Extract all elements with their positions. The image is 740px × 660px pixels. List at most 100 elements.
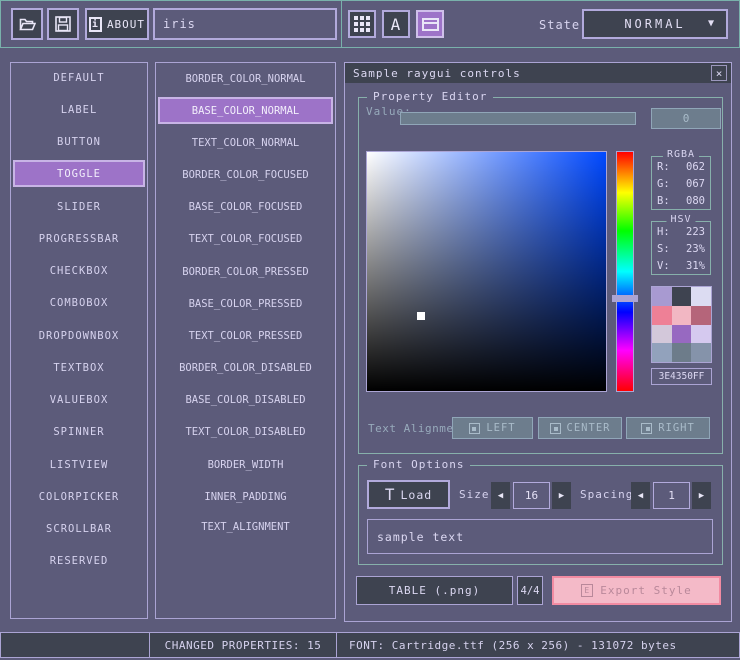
control-item-progressbar[interactable]: PROGRESSBAR [13, 225, 145, 252]
control-item-checkbox[interactable]: CHECKBOX [13, 257, 145, 284]
prop-item-border-color-focused[interactable]: BORDER_COLOR_FOCUSED [158, 161, 333, 188]
prop-item-text-color-pressed[interactable]: TEXT_COLOR_PRESSED [158, 322, 333, 349]
prop-item-text-color-normal[interactable]: TEXT_COLOR_NORMAL [158, 129, 333, 156]
palette-swatch[interactable] [691, 287, 711, 306]
palette-swatch[interactable] [672, 287, 692, 306]
h-value: 223 [686, 226, 705, 238]
state-value: NORMAL [624, 17, 685, 31]
about-label: ABOUT [107, 18, 145, 31]
size-value: 16 [525, 489, 538, 502]
font-text-button[interactable]: A [382, 10, 410, 38]
save-file-button[interactable] [47, 8, 79, 40]
spacing-increase-button[interactable]: ▶ [692, 482, 711, 509]
size-value-box[interactable]: 16 [513, 482, 550, 509]
sample-text-input[interactable]: sample text [367, 519, 713, 554]
export-pages-box[interactable]: 4/4 [517, 576, 543, 605]
size-decrease-button[interactable]: ◀ [491, 482, 510, 509]
align-left-button[interactable]: LEFT [452, 417, 533, 439]
prop-item-base-color-normal[interactable]: BASE_COLOR_NORMAL [158, 97, 333, 124]
value-slider[interactable] [400, 112, 636, 125]
prop-item-border-color-disabled[interactable]: BORDER_COLOR_DISABLED [158, 354, 333, 381]
export-format-button[interactable]: TABLE (.png) [356, 576, 513, 605]
close-icon: × [716, 67, 723, 80]
style-name-input[interactable] [153, 8, 337, 40]
palette-swatch[interactable] [691, 325, 711, 344]
palette-swatch[interactable] [652, 306, 672, 325]
arrow-left-icon: ◀ [638, 491, 643, 501]
s-value: 23% [686, 243, 705, 255]
export-style-button[interactable]: E Export Style [552, 576, 721, 605]
spacing-value-box[interactable]: 1 [653, 482, 690, 509]
align-left-label: LEFT [486, 422, 515, 434]
hue-slider-handle[interactable] [612, 295, 638, 302]
prop-item-inner-padding[interactable]: INNER_PADDING [158, 483, 333, 510]
align-center-icon [550, 423, 561, 434]
properties-list: BORDER_COLOR_NORMAL BASE_COLOR_NORMAL TE… [155, 62, 336, 619]
control-item-slider[interactable]: SLIDER [13, 193, 145, 220]
palette-swatch[interactable] [691, 343, 711, 362]
control-item-reserved[interactable]: RESERVED [13, 547, 145, 574]
color-picker-panel[interactable] [366, 151, 607, 392]
prop-item-border-color-normal[interactable]: BORDER_COLOR_NORMAL [158, 65, 333, 92]
rgba-group: RGBA R: 062 G: 067 B: 080 [651, 156, 711, 210]
state-dropdown[interactable]: NORMAL ▼ [582, 9, 728, 39]
prop-item-border-width[interactable]: BORDER_WIDTH [158, 451, 333, 478]
spacing-value: 1 [668, 489, 675, 502]
control-item-combobox[interactable]: COMBOBOX [13, 289, 145, 316]
hsv-s-row: S: 23% [657, 243, 705, 255]
prop-item-text-color-focused[interactable]: TEXT_COLOR_FOCUSED [158, 225, 333, 252]
rguistyler-app: i ABOUT A State: NORMAL ▼ DEFAULT LABEL … [0, 0, 740, 660]
size-increase-button[interactable]: ▶ [552, 482, 571, 509]
arrow-right-icon: ▶ [699, 491, 704, 501]
hue-bar[interactable] [616, 151, 634, 392]
hex-color-input[interactable]: 3E4350FF [651, 368, 712, 385]
r-value: 062 [686, 161, 705, 173]
palette-swatch[interactable] [672, 343, 692, 362]
load-font-button[interactable]: T Load [367, 480, 450, 509]
about-button[interactable]: i ABOUT [85, 8, 149, 40]
control-item-colorpicker[interactable]: COLORPICKER [13, 483, 145, 510]
control-item-textbox[interactable]: TEXTBOX [13, 354, 145, 381]
open-file-button[interactable] [11, 8, 43, 40]
prop-item-text-alignment[interactable]: TEXT_ALIGNMENT [158, 513, 333, 540]
font-atlas-button[interactable] [348, 10, 376, 38]
arrow-right-icon: ▶ [559, 491, 564, 501]
align-right-icon [641, 423, 652, 434]
load-label: Load [400, 488, 432, 502]
control-item-valuebox[interactable]: VALUEBOX [13, 386, 145, 413]
export-style-label: Export Style [600, 584, 691, 597]
control-item-toggle[interactable]: TOGGLE [13, 160, 145, 187]
chevron-down-icon: ▼ [708, 18, 717, 29]
palette-swatch[interactable] [652, 343, 672, 362]
palette-swatch[interactable] [672, 325, 692, 344]
prop-item-border-color-pressed[interactable]: BORDER_COLOR_PRESSED [158, 258, 333, 285]
close-button[interactable]: × [711, 65, 727, 81]
palette-swatch[interactable] [652, 287, 672, 306]
text-alignment-label: Text Alignmen [368, 422, 452, 435]
align-center-button[interactable]: CENTER [538, 417, 622, 439]
export-format-label: TABLE (.png) [389, 584, 480, 597]
palette-swatch[interactable] [652, 325, 672, 344]
rgba-r-row: R: 062 [657, 161, 705, 173]
prop-item-text-color-disabled[interactable]: TEXT_COLOR_DISABLED [158, 418, 333, 445]
state-label: State: [539, 1, 588, 49]
color-picker-cursor[interactable] [417, 312, 425, 320]
prop-item-base-color-pressed[interactable]: BASE_COLOR_PRESSED [158, 290, 333, 317]
value-box[interactable]: 0 [651, 108, 721, 129]
window-titlebar: Sample raygui controls × [345, 63, 731, 83]
window-mode-button[interactable] [416, 10, 444, 38]
g-label: G: [657, 178, 670, 190]
control-item-listview[interactable]: LISTVIEW [13, 451, 145, 478]
control-item-scrollbar[interactable]: SCROLLBAR [13, 515, 145, 542]
control-item-label[interactable]: LABEL [13, 96, 145, 123]
control-item-dropdownbox[interactable]: DROPDOWNBOX [13, 322, 145, 349]
prop-item-base-color-focused[interactable]: BASE_COLOR_FOCUSED [158, 193, 333, 220]
control-item-spinner[interactable]: SPINNER [13, 418, 145, 445]
prop-item-base-color-disabled[interactable]: BASE_COLOR_DISABLED [158, 386, 333, 413]
palette-swatch[interactable] [672, 306, 692, 325]
control-item-default[interactable]: DEFAULT [13, 64, 145, 91]
palette-swatch[interactable] [691, 306, 711, 325]
control-item-button[interactable]: BUTTON [13, 128, 145, 155]
align-right-button[interactable]: RIGHT [626, 417, 710, 439]
spacing-decrease-button[interactable]: ◀ [631, 482, 650, 509]
